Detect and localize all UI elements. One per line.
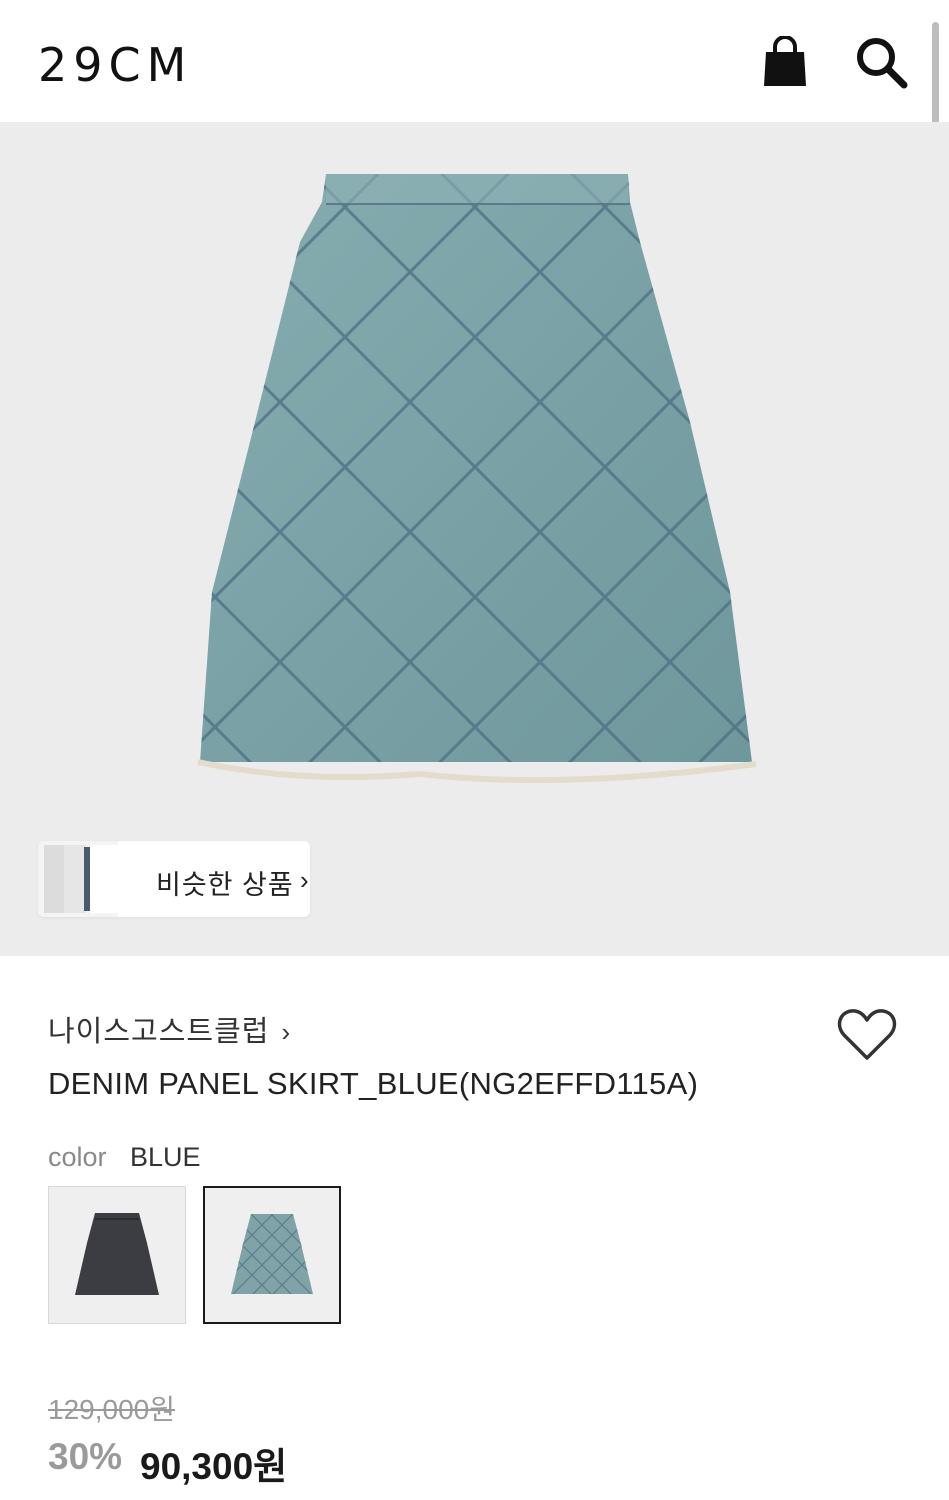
shopping-bag-icon[interactable] xyxy=(760,36,810,88)
color-swatch-blue[interactable] xyxy=(203,1186,341,1324)
site-logo[interactable]: 29CM xyxy=(38,38,192,92)
discount-rate: 30% xyxy=(48,1436,123,1477)
search-icon[interactable] xyxy=(853,34,909,90)
brand-link[interactable]: 나이스고스트클럽 › xyxy=(48,1008,290,1050)
brand-name: 나이스고스트클럽 xyxy=(48,1016,270,1048)
product-image-area[interactable]: 비슷한 상품 › xyxy=(0,122,949,956)
color-swatch-black[interactable] xyxy=(48,1186,186,1324)
color-option-value: BLUE xyxy=(130,1142,201,1172)
product-title: DENIM PANEL SKIRT_BLUE(NG2EFFD115A) xyxy=(48,1066,699,1101)
similar-products-label: 비슷한 상품 xyxy=(156,870,294,900)
swatch-image-black xyxy=(75,1213,159,1295)
product-image xyxy=(197,174,757,784)
wishlist-heart-icon[interactable] xyxy=(836,1006,898,1064)
original-price: 129,000원 xyxy=(48,1394,175,1425)
color-option-label: color xyxy=(48,1142,107,1172)
chevron-right-icon: › xyxy=(281,1017,291,1047)
similar-products-thumbnails xyxy=(38,841,118,917)
chevron-right-icon: › xyxy=(300,865,309,895)
sale-price: 90,300원 xyxy=(140,1446,288,1487)
top-header: 29CM xyxy=(0,0,949,247)
similar-products-button[interactable]: 비슷한 상품 › xyxy=(38,841,310,917)
swatch-image-blue xyxy=(231,1214,313,1294)
